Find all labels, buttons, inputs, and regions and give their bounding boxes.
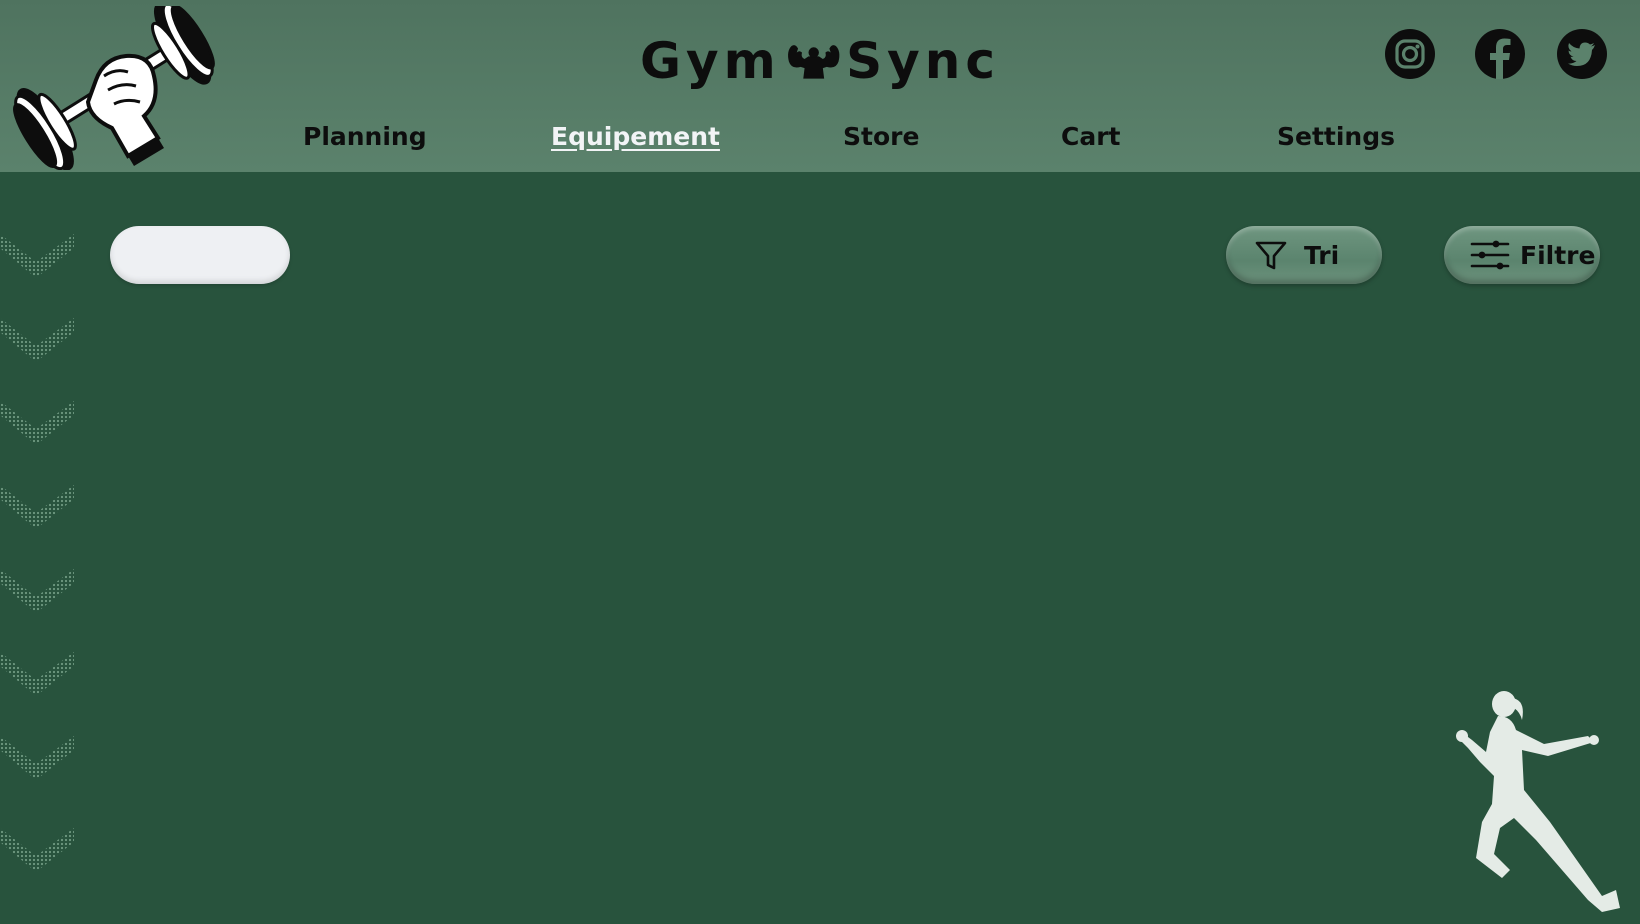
- dumbbell-fist-icon[interactable]: [4, 6, 226, 170]
- brand-name-left: Gym: [640, 32, 781, 90]
- sliders-icon: [1470, 240, 1510, 270]
- brand-name-right: Sync: [846, 32, 1000, 90]
- chevron-down-icon: [0, 234, 74, 278]
- chevron-down-icon: [0, 401, 74, 445]
- top-header: Gym Sync Planning Equipement Store Cart …: [0, 0, 1640, 172]
- chevron-down-icon: [0, 318, 74, 362]
- chevron-down-icon: [0, 569, 74, 613]
- brand-logo[interactable]: Gym Sync: [640, 26, 1000, 96]
- sort-button[interactable]: Tri: [1226, 226, 1382, 284]
- runner-silhouette-icon: [1456, 691, 1620, 912]
- chevron-down-icon: [0, 485, 74, 529]
- chevron-down-icon: [0, 736, 74, 780]
- filter-button[interactable]: Filtre: [1444, 226, 1600, 284]
- chevron-down-icon: [0, 828, 74, 872]
- flexing-muscle-icon: [787, 45, 840, 79]
- chevron-pattern: [0, 234, 74, 872]
- nav-settings[interactable]: Settings: [1277, 122, 1395, 151]
- funnel-icon: [1255, 241, 1287, 270]
- filter-button-label: Filtre: [1520, 240, 1596, 270]
- instagram-icon[interactable]: [1384, 28, 1436, 80]
- nav-cart[interactable]: Cart: [1061, 122, 1121, 151]
- nav-planning[interactable]: Planning: [303, 122, 427, 151]
- search-input[interactable]: [110, 226, 290, 284]
- facebook-icon[interactable]: [1474, 28, 1526, 80]
- twitter-icon[interactable]: [1556, 28, 1608, 80]
- nav-store[interactable]: Store: [843, 122, 919, 151]
- nav-equipement[interactable]: Equipement: [551, 122, 720, 151]
- sort-button-label: Tri: [1304, 240, 1340, 270]
- chevron-down-icon: [0, 652, 74, 696]
